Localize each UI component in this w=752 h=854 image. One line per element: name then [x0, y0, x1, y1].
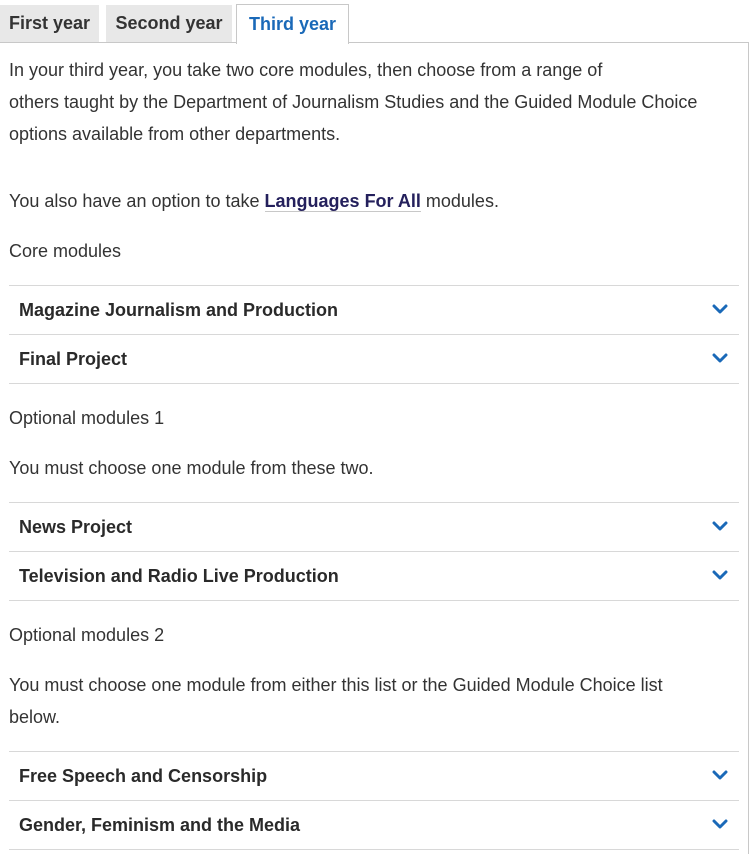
accordion-title: Magazine Journalism and Production: [19, 300, 339, 320]
accordion-magazine-journalism[interactable]: Magazine Journalism and Production: [9, 285, 739, 334]
accordion-gender-feminism[interactable]: Gender, Feminism and the Media: [9, 800, 739, 850]
chevron-down-icon: [712, 352, 728, 364]
optional-modules-2-instruction: You must choose one module from either t…: [9, 669, 739, 733]
optional-modules-1-heading: Optional modules 1: [9, 408, 165, 428]
accordion-title: Free Speech and Censorship: [19, 766, 268, 786]
accordion-final-project[interactable]: Final Project: [9, 334, 739, 384]
chevron-down-icon: [712, 569, 728, 581]
chevron-down-icon: [712, 303, 728, 315]
accordion-television-radio-live[interactable]: Television and Radio Live Production: [9, 551, 739, 601]
tab-third-year[interactable]: Third year: [236, 4, 349, 44]
tab-second-year[interactable]: Second year: [106, 5, 232, 42]
accordion-title: Television and Radio Live Production: [19, 566, 339, 586]
accordion-title: News Project: [19, 517, 133, 537]
languages-prefix: You also have an option to take: [9, 191, 265, 211]
accordion-title: Final Project: [19, 349, 128, 369]
year-tabs: First year Second year Third year: [0, 0, 752, 44]
intro-line-2: others taught by the Department of Journ…: [9, 92, 698, 112]
tab-first-year[interactable]: First year: [0, 5, 99, 42]
core-modules-heading: Core modules: [9, 241, 122, 261]
chevron-down-icon: [712, 818, 728, 830]
intro-line-1: In your third year, you take two core mo…: [9, 60, 603, 80]
intro-line-3: options available from other departments…: [9, 124, 341, 144]
accordion-free-speech[interactable]: Free Speech and Censorship: [9, 751, 739, 800]
intro-paragraph: In your third year, you take two core mo…: [9, 54, 739, 150]
chevron-down-icon: [712, 520, 728, 532]
third-year-panel: In your third year, you take two core mo…: [0, 42, 749, 854]
optional-modules-1-instruction: You must choose one module from these tw…: [9, 458, 374, 478]
languages-suffix: modules.: [420, 191, 499, 211]
languages-for-all-link[interactable]: Languages For All: [264, 191, 421, 212]
instruction-line-2: below.: [9, 707, 61, 727]
optional-modules-2-heading: Optional modules 2: [9, 625, 165, 645]
accordion-news-project[interactable]: News Project: [9, 502, 739, 551]
instruction-line-1: You must choose one module from either t…: [9, 675, 663, 695]
chevron-down-icon: [712, 769, 728, 781]
accordion-title: Gender, Feminism and the Media: [19, 815, 301, 835]
languages-paragraph: You also have an option to take Language…: [9, 185, 739, 217]
